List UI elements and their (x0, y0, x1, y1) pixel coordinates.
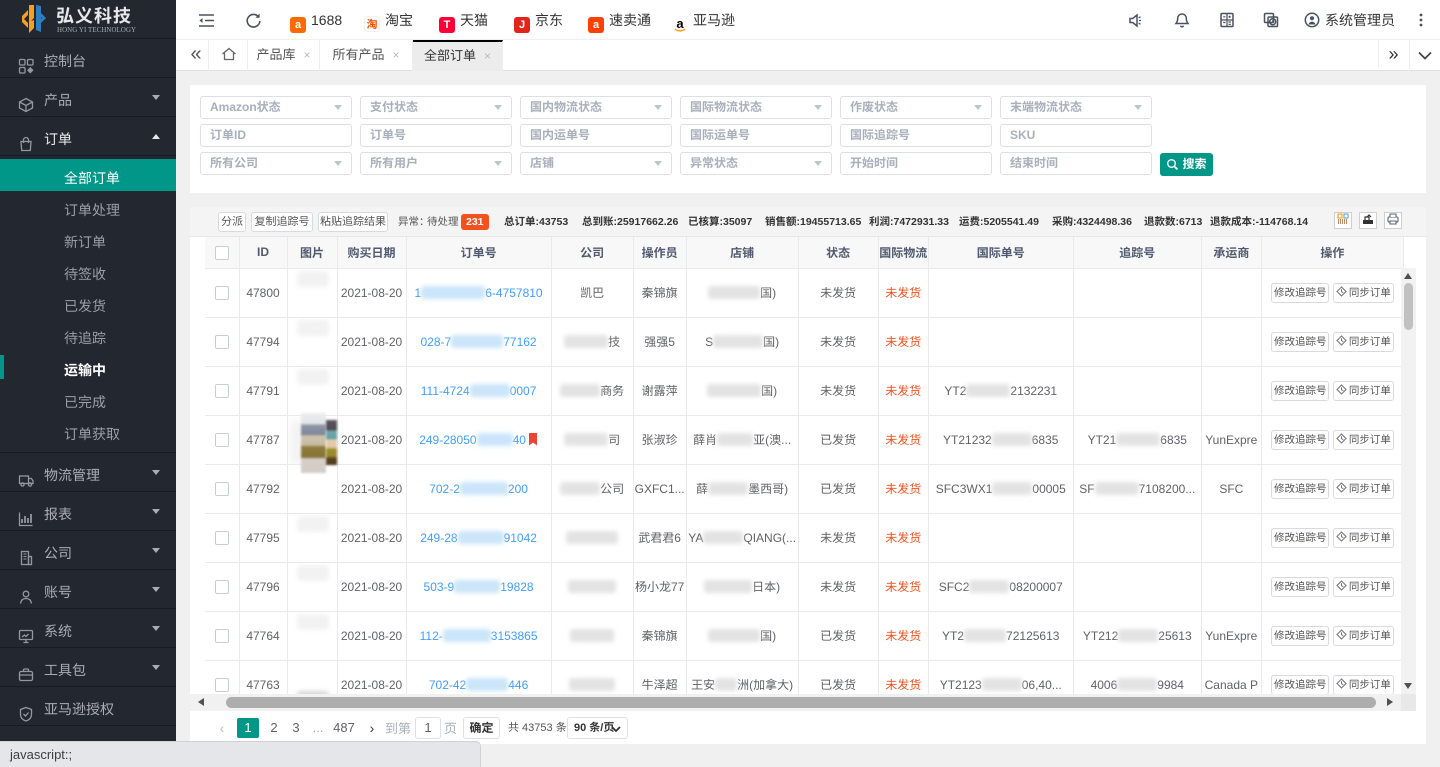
svg-text:弘义科技: 弘义科技 (56, 2, 132, 28)
svg-text:HONG YI TECHNOLOGY: HONG YI TECHNOLOGY (57, 27, 136, 34)
